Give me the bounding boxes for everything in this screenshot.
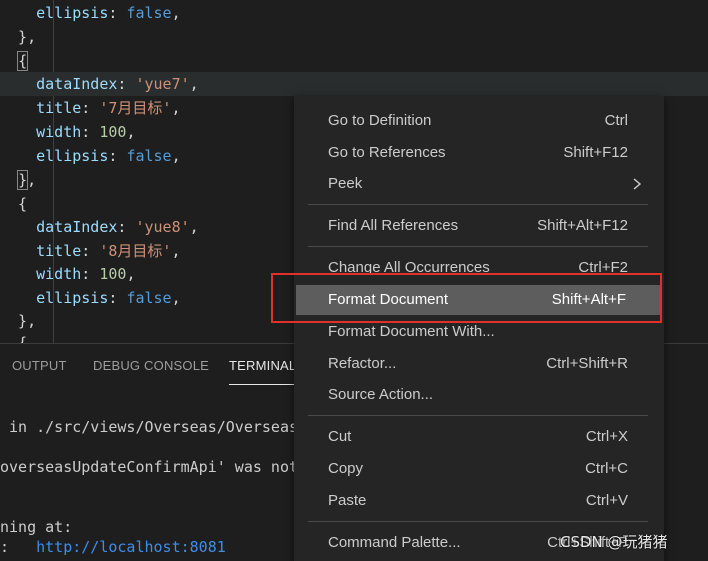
tab-debug-console[interactable]: DEBUG CONSOLE <box>93 358 209 373</box>
menu-separator <box>308 246 648 247</box>
code-line-current: dataIndex: 'yue7', <box>0 72 708 96</box>
terminal-line: ning at: <box>0 518 73 536</box>
terminal-line: : http://localhost:8081 <box>0 538 226 556</box>
watermark: CSDN @玩猪猪 <box>560 533 668 551</box>
terminal-line: in ./src/views/Overseas/Overseas <box>0 418 299 436</box>
matched-brace: } <box>17 170 29 190</box>
menu-item-go-to-references[interactable]: Go to References Shift+F12 <box>294 138 664 168</box>
menu-item-paste[interactable]: Paste Ctrl+V <box>294 486 664 516</box>
context-menu: Go to Definition Ctrl Go to References S… <box>294 96 664 561</box>
menu-item-find-all-references[interactable]: Find All References Shift+Alt+F12 <box>294 211 664 241</box>
menu-item-refactor[interactable]: Refactor... Ctrl+Shift+R <box>294 349 664 379</box>
tab-output[interactable]: OUTPUT <box>12 358 67 373</box>
menu-item-cut[interactable]: Cut Ctrl+X <box>294 422 664 452</box>
menu-separator <box>308 415 648 416</box>
code-line: }, <box>0 28 37 46</box>
menu-item-go-to-definition[interactable]: Go to Definition Ctrl <box>294 106 664 136</box>
code-line: ellipsis: false, <box>36 4 181 22</box>
menu-item-source-action[interactable]: Source Action... <box>294 380 664 410</box>
menu-separator <box>308 521 648 522</box>
chevron-right-icon <box>633 178 642 190</box>
active-tab-indicator <box>229 384 295 385</box>
terminal-line: overseasUpdateConfirmApi' was not <box>0 458 299 476</box>
menu-separator <box>308 204 648 205</box>
menu-item-peek[interactable]: Peek <box>294 169 664 199</box>
code-line: { <box>0 49 708 73</box>
menu-item-copy[interactable]: Copy Ctrl+C <box>294 454 664 484</box>
matched-brace: { <box>17 51 29 71</box>
annotation-highlight-box <box>271 273 662 323</box>
terminal-url[interactable]: http://localhost: <box>36 538 190 556</box>
tab-terminal[interactable]: TERMINAL <box>229 358 296 373</box>
